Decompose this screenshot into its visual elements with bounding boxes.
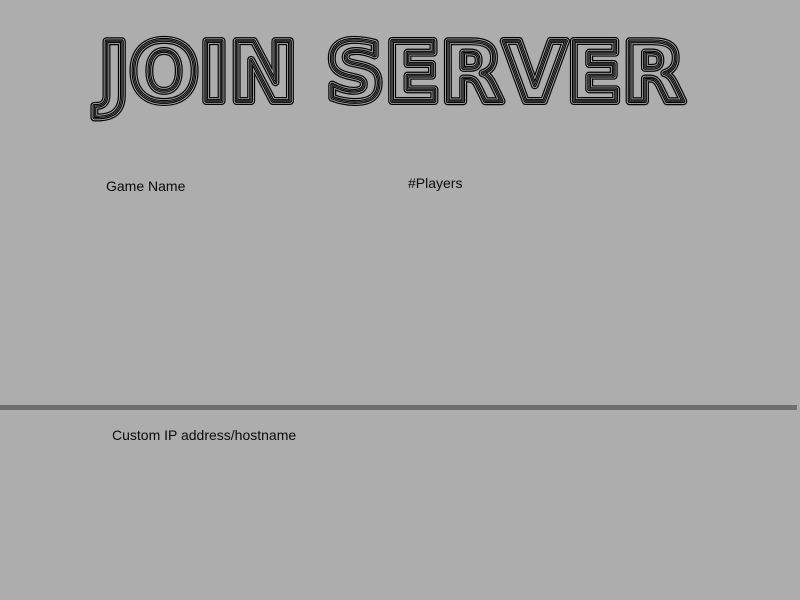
column-header-players[interactable]: #Players	[408, 175, 462, 191]
custom-ip-label: Custom IP address/hostname	[112, 427, 297, 443]
page-title-outline-inner: JOIN SERVER	[94, 26, 685, 121]
section-divider	[0, 405, 797, 410]
page-title: JOIN SERVER JOIN SERVER JOIN SERVER JOIN…	[0, 0, 800, 130]
custom-ip-input[interactable]	[112, 450, 676, 480]
server-list[interactable]	[0, 200, 800, 404]
join-server-screen: JOIN SERVER JOIN SERVER JOIN SERVER JOIN…	[0, 0, 800, 600]
page-title-graphic: JOIN SERVER JOIN SERVER JOIN SERVER JOIN…	[90, 22, 689, 125]
column-header-game-name[interactable]: Game Name	[106, 178, 185, 194]
